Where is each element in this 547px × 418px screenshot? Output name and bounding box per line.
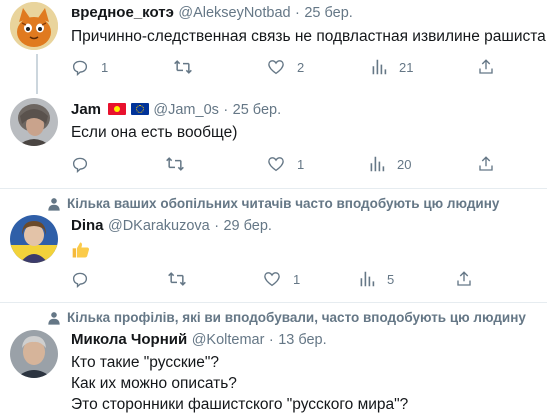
person-icon <box>47 311 61 328</box>
author-handle[interactable]: @DKarakuzova <box>108 218 210 234</box>
social-context: Кілька профілів, які ви вподобували, час… <box>47 310 526 328</box>
tweet-date[interactable]: 29 бер. <box>223 218 271 234</box>
views-button[interactable]: 5 <box>359 270 394 288</box>
thread-line <box>36 54 38 94</box>
views-icon <box>359 270 375 288</box>
like-count: 2 <box>297 59 305 75</box>
like-icon <box>263 270 281 288</box>
person-icon <box>47 197 61 214</box>
separator: · <box>268 332 274 348</box>
views-button[interactable]: 21 <box>371 58 413 76</box>
tweet-text: 👍 <box>71 240 91 265</box>
like-button[interactable]: 1 <box>263 270 300 288</box>
retweet-icon <box>165 155 185 173</box>
thumbs-up-icon <box>71 240 91 265</box>
tweet-text-line: Как их можно описать? <box>71 375 237 392</box>
retweet-icon <box>167 270 187 288</box>
author-handle[interactable]: @Koltemar <box>192 332 265 348</box>
tweet-text-line: Это сторонники фашистского "русского мир… <box>71 396 409 413</box>
reply-button[interactable]: 1 <box>71 58 108 76</box>
tweet-actions: 1 20 <box>71 155 501 177</box>
tweet-text-line: Кто такие "русские"? <box>71 354 219 371</box>
tweet-actions: 1 2 21 <box>71 58 501 80</box>
tweet-date[interactable]: 25 бер. <box>304 5 352 21</box>
share-button[interactable] <box>455 270 473 288</box>
social-context-text: Кілька ваших обопільних читачів часто вп… <box>67 196 500 211</box>
separator: · <box>223 102 229 118</box>
like-icon <box>267 58 285 76</box>
reply-button[interactable] <box>71 270 101 288</box>
tweet-date[interactable]: 25 бер. <box>233 102 281 118</box>
views-icon <box>369 155 385 173</box>
views-icon <box>371 58 387 76</box>
views-count: 20 <box>397 156 412 172</box>
tweet-text: Если она есть вообще) <box>71 124 238 141</box>
avatar[interactable] <box>10 330 58 378</box>
tweet-date[interactable]: 13 бер. <box>278 332 326 348</box>
author-name[interactable]: Dina <box>71 217 104 234</box>
eu-flag-icon <box>130 103 149 115</box>
author-name[interactable]: Jam <box>71 101 101 118</box>
divider <box>0 302 547 303</box>
separator: · <box>214 218 220 234</box>
share-button[interactable] <box>477 155 495 173</box>
share-icon <box>455 270 473 288</box>
views-count: 21 <box>399 59 414 75</box>
retweet-button[interactable] <box>173 58 205 76</box>
avatar[interactable] <box>10 98 58 146</box>
author-handle[interactable]: @Jam_0s <box>153 102 219 118</box>
tweet-text: Причинно-следственная связь не подвластн… <box>71 28 547 45</box>
kyrgyz-flag-icon <box>108 103 127 115</box>
tweet-actions: 1 5 <box>71 270 501 292</box>
reply-count: 1 <box>101 59 109 75</box>
author-handle[interactable]: @AlekseyNotbad <box>178 5 290 21</box>
share-button[interactable] <box>477 58 495 76</box>
views-button[interactable]: 20 <box>369 155 411 173</box>
reply-icon <box>71 58 89 76</box>
views-count: 5 <box>387 271 395 287</box>
share-icon <box>477 155 495 173</box>
like-button[interactable]: 1 <box>267 155 304 173</box>
retweet-button[interactable] <box>165 155 197 173</box>
reply-button[interactable] <box>71 155 101 173</box>
avatar[interactable] <box>10 215 58 263</box>
retweet-button[interactable] <box>167 270 199 288</box>
share-icon <box>477 58 495 76</box>
retweet-icon <box>173 58 193 76</box>
author-name[interactable]: вредное_котэ <box>71 4 174 21</box>
social-context: Кілька ваших обопільних читачів часто вп… <box>47 196 499 214</box>
separator: · <box>295 5 300 21</box>
author-name[interactable]: Микола Чорний <box>71 331 187 348</box>
reply-icon <box>71 270 89 288</box>
divider <box>0 188 547 189</box>
avatar[interactable] <box>10 2 58 50</box>
like-count: 1 <box>293 271 301 287</box>
like-button[interactable]: 2 <box>267 58 304 76</box>
social-context-text: Кілька профілів, які ви вподобували, час… <box>67 310 526 325</box>
like-count: 1 <box>297 156 305 172</box>
like-icon <box>267 155 285 173</box>
reply-icon <box>71 155 89 173</box>
